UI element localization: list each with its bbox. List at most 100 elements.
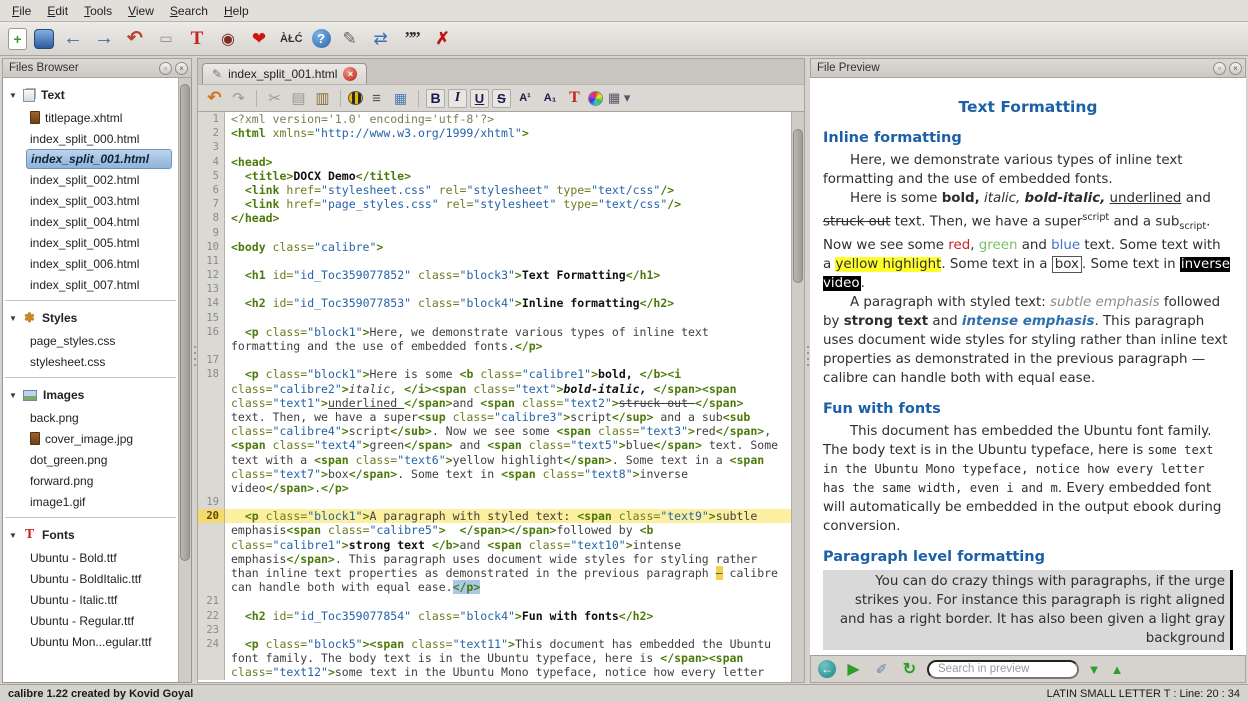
code-line-10[interactable]: 10<body class="calibre"> — [198, 240, 791, 254]
code-line-18-row-5[interactable]: class="calibre4">script</sub>. Now we se… — [198, 424, 791, 438]
italic-icon[interactable]: I — [448, 89, 467, 108]
section-styles[interactable]: ▼✽Styles — [3, 306, 178, 330]
file-item-titlepage-xhtml[interactable]: titlepage.xhtml — [3, 107, 178, 128]
copy-icon[interactable]: ▤ — [288, 88, 309, 109]
section-images[interactable]: ▼Images — [3, 383, 178, 407]
code-line-16-row-1[interactable]: 16 <p class="block1">Here, we demonstrat… — [198, 325, 791, 339]
code-line-8[interactable]: 8</head> — [198, 211, 791, 225]
file-item-ubuntu-mon-egular-ttf[interactable]: Ubuntu Mon...egular.ttf — [3, 631, 178, 652]
superscript-icon[interactable]: A¹ — [514, 88, 536, 109]
file-item-index-split-002-html[interactable]: index_split_002.html — [3, 169, 178, 190]
chevron-down-icon[interactable]: ▼ — [9, 391, 17, 400]
float-panel-icon[interactable]: ▫ — [1213, 62, 1226, 75]
splitter-left[interactable] — [192, 58, 197, 683]
check-book-icon[interactable]: ◉ — [216, 27, 240, 51]
font-color-icon[interactable]: T — [564, 88, 585, 109]
file-item-dot-green-png[interactable]: dot_green.png — [3, 449, 178, 470]
subscript-icon[interactable]: A₁ — [539, 88, 561, 109]
tab-close-icon[interactable]: × — [343, 67, 357, 81]
code-line-18-row-1[interactable]: 18 <p class="block1">Here is some <b cla… — [198, 367, 791, 381]
file-item-index-split-006-html[interactable]: index_split_006.html — [3, 253, 178, 274]
donate-icon[interactable]: ❤ — [247, 27, 271, 51]
file-item-ubuntu-bolditalic-ttf[interactable]: Ubuntu - BoldItalic.ttf — [3, 568, 178, 589]
special-char-icon[interactable]: ÀŁĆ — [278, 27, 305, 51]
file-item-index-split-005-html[interactable]: index_split_005.html — [3, 232, 178, 253]
undo-icon[interactable]: ↶ — [123, 27, 147, 51]
code-line-22[interactable]: 22 <h2 id="id_Toc359077854" class="block… — [198, 609, 791, 623]
menu-edit[interactable]: Edit — [39, 2, 76, 20]
code-line-16-row-2[interactable]: formatting and the use of embedded fonts… — [198, 339, 791, 353]
code-line-3[interactable]: 3 — [198, 140, 791, 154]
redo-icon[interactable]: ↷ — [228, 88, 249, 109]
code-line-2[interactable]: 2<html xmlns="http://www.w3.org/1999/xht… — [198, 126, 791, 140]
code-line-21[interactable]: 21 — [198, 594, 791, 608]
file-item-page-styles-css[interactable]: page_styles.css — [3, 330, 178, 351]
file-item-cover-image-jpg[interactable]: cover_image.jpg — [3, 428, 178, 449]
chevron-down-icon[interactable]: ▼ — [9, 314, 17, 323]
chevron-down-icon[interactable]: ▼ — [9, 91, 17, 100]
code-line-18-row-6[interactable]: <span class="text4">green</span> and <sp… — [198, 438, 791, 452]
code-line-13[interactable]: 13 — [198, 282, 791, 296]
code-line-5[interactable]: 5 <title>DOCX Demo</title> — [198, 169, 791, 183]
code-line-18-row-2[interactable]: class="calibre2">italic, </i><span class… — [198, 382, 791, 396]
format-paragraph-icon[interactable]: ≡ — [366, 88, 387, 109]
code-line-11[interactable]: 11 — [198, 254, 791, 268]
code-line-12[interactable]: 12 <h1 id="id_Toc359077852" class="block… — [198, 268, 791, 282]
code-line-18-row-8[interactable]: class="text7">box</span>. Some text in <… — [198, 467, 791, 481]
preview-inspect-icon[interactable]: ✐ — [871, 659, 892, 680]
code-line-20-row-4[interactable]: emphasis</span>. This paragraph uses doc… — [198, 552, 791, 566]
color-wheel-icon[interactable] — [588, 91, 603, 106]
code-line-20-row-3[interactable]: class="calibre1">strong text </b>and <sp… — [198, 538, 791, 552]
menu-file[interactable]: File — [4, 2, 39, 20]
file-item-stylesheet-css[interactable]: stylesheet.css — [3, 351, 178, 372]
file-item-ubuntu-bold-ttf[interactable]: Ubuntu - Bold.ttf — [3, 547, 178, 568]
code-line-14[interactable]: 14 <h2 id="id_Toc359077853" class="block… — [198, 296, 791, 310]
strikethrough-icon[interactable]: S — [492, 89, 511, 108]
code-line-20-row-6[interactable]: can handle both with equal ease.</p> — [198, 580, 791, 594]
preview-search-input[interactable] — [927, 660, 1079, 679]
preview-reload-icon[interactable]: ↻ — [899, 659, 920, 680]
menu-view[interactable]: View — [120, 2, 162, 20]
float-panel-icon[interactable]: ▫ — [159, 62, 172, 75]
new-file-icon[interactable]: + — [8, 28, 27, 50]
code-line-18-row-9[interactable]: video</span>.</p> — [198, 481, 791, 495]
section-fonts[interactable]: ▼TFonts — [3, 523, 178, 547]
code-line-17[interactable]: 17 — [198, 353, 791, 367]
editor-scrollbar[interactable] — [791, 112, 804, 682]
code-line-20-row-5[interactable]: than inline text properties as demonstra… — [198, 566, 791, 580]
file-item-back-png[interactable]: back.png — [3, 407, 178, 428]
code-line-1[interactable]: 1<?xml version='1.0' encoding='utf-8'?> — [198, 112, 791, 126]
tab-index-split-001[interactable]: ✎ index_split_001.html × — [202, 63, 367, 84]
file-item-ubuntu-regular-ttf[interactable]: Ubuntu - Regular.ttf — [3, 610, 178, 631]
file-item-index-split-000-html[interactable]: index_split_000.html — [3, 128, 178, 149]
section-text[interactable]: ▼Text — [3, 83, 178, 107]
preview-back-icon[interactable]: ← — [818, 660, 836, 678]
toc-editor-icon[interactable]: T — [185, 27, 209, 51]
device-icon[interactable]: ▭ — [154, 27, 178, 51]
editor-scrollbar-thumb[interactable] — [793, 129, 803, 283]
code-line-20-row-2[interactable]: emphasis<span class="calibre5"> </span><… — [198, 523, 791, 537]
file-item-index-split-001-html[interactable]: index_split_001.html — [26, 149, 172, 169]
code-line-7[interactable]: 7 <link href="page_styles.css" rel="styl… — [198, 197, 791, 211]
files-scrollbar[interactable] — [178, 78, 191, 682]
file-item-index-split-007-html[interactable]: index_split_007.html — [3, 274, 178, 295]
beautify-icon[interactable] — [348, 91, 363, 105]
cut-icon[interactable]: ✂ — [264, 88, 285, 109]
code-line-18-row-4[interactable]: text. Then, we have a super<sup class="c… — [198, 410, 791, 424]
code-line-24-row-2[interactable]: font family. The body text is in the Ubu… — [198, 651, 791, 665]
code-line-20-row-1[interactable]: 20 <p class="block1">A paragraph with st… — [198, 509, 791, 523]
close-panel-icon[interactable]: × — [1229, 62, 1242, 75]
paste-icon[interactable]: ▥ — [312, 88, 333, 109]
code-line-23[interactable]: 23 — [198, 623, 791, 637]
chevron-down-icon[interactable]: ▼ — [9, 531, 17, 540]
code-line-15[interactable]: 15 — [198, 311, 791, 325]
file-item-image1-gif[interactable]: image1.gif — [3, 491, 178, 512]
find-previous-icon[interactable]: ▲ — [1109, 659, 1125, 680]
smarten-punctuation-icon[interactable]: ”” — [400, 27, 424, 51]
menu-help[interactable]: Help — [216, 2, 257, 20]
code-editor[interactable]: 1<?xml version='1.0' encoding='utf-8'?>2… — [198, 112, 791, 682]
file-item-index-split-004-html[interactable]: index_split_004.html — [3, 211, 178, 232]
forward-icon[interactable]: → — [92, 27, 116, 51]
code-line-4[interactable]: 4<head> — [198, 155, 791, 169]
insert-table-icon[interactable]: ▦ ▾ — [606, 88, 632, 109]
